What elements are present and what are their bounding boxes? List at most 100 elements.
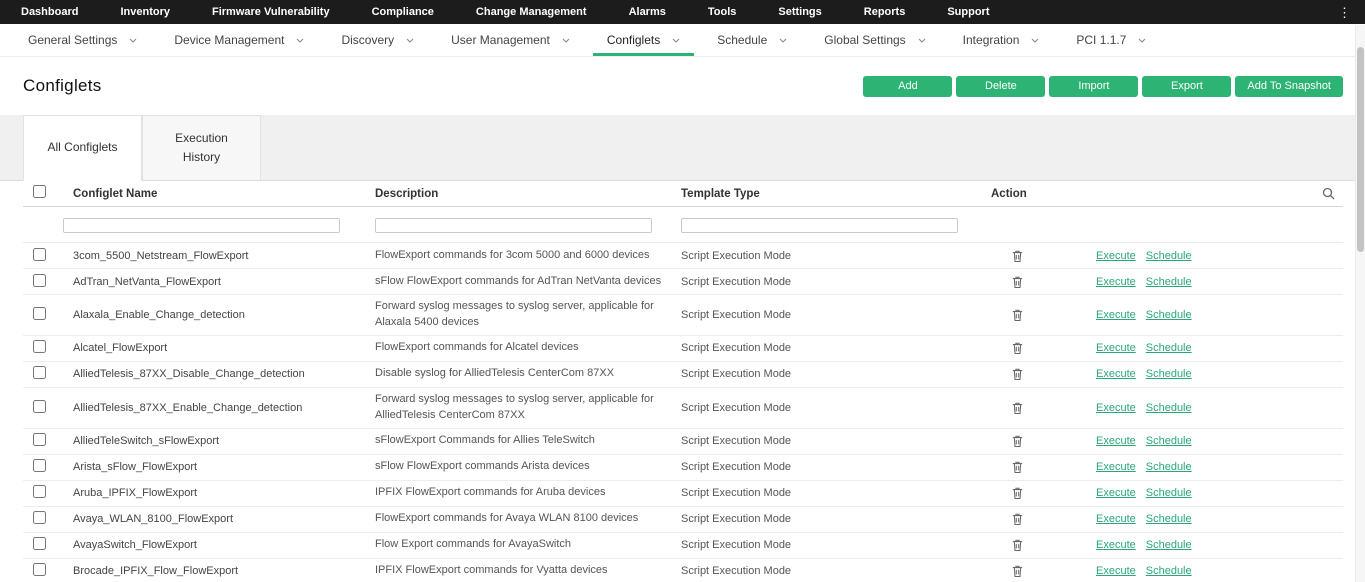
subnav-item[interactable]: Device Management: [160, 24, 318, 56]
execute-link[interactable]: Execute: [1096, 276, 1136, 288]
toolbar-button[interactable]: Add To Snapshot: [1235, 76, 1343, 97]
row-links: Execute Schedule: [1096, 368, 1192, 380]
row-checkbox-cell: [23, 459, 63, 475]
topnav-item[interactable]: Dashboard: [0, 0, 99, 24]
filter-template-type-input[interactable]: [681, 218, 958, 233]
row-checkbox[interactable]: [33, 511, 46, 524]
topnav-item[interactable]: Settings: [757, 0, 842, 24]
subnav-item[interactable]: Configlets: [593, 24, 694, 56]
tab[interactable]: Execution History: [142, 115, 261, 180]
schedule-link[interactable]: Schedule: [1146, 565, 1192, 577]
subnav-item[interactable]: General Settings: [14, 24, 151, 56]
vertical-scrollbar[interactable]: [1355, 25, 1365, 582]
delete-icon[interactable]: [1011, 460, 1024, 474]
delete-icon[interactable]: [1011, 486, 1024, 500]
delete-icon[interactable]: [1011, 512, 1024, 526]
schedule-link[interactable]: Schedule: [1146, 250, 1192, 262]
execute-link[interactable]: Execute: [1096, 565, 1136, 577]
delete-icon[interactable]: [1011, 341, 1024, 355]
toolbar-button[interactable]: Import: [1049, 76, 1138, 97]
delete-icon[interactable]: [1011, 564, 1024, 578]
schedule-link[interactable]: Schedule: [1146, 513, 1192, 525]
search-icon[interactable]: [1322, 187, 1335, 200]
row-checkbox[interactable]: [33, 459, 46, 472]
topnav-item[interactable]: Change Management: [455, 0, 608, 24]
configlet-name: AdTran_NetVanta_FlowExport: [63, 276, 375, 288]
delete-icon[interactable]: [1011, 538, 1024, 552]
execute-link[interactable]: Execute: [1096, 368, 1136, 380]
schedule-link[interactable]: Schedule: [1146, 487, 1192, 499]
table-row: Brocade_IPFIX_Flow_FlowExport IPFIX Flow…: [23, 559, 1343, 582]
delete-icon[interactable]: [1011, 401, 1024, 415]
execute-link[interactable]: Execute: [1096, 487, 1136, 499]
schedule-link[interactable]: Schedule: [1146, 368, 1192, 380]
template-type: Script Execution Mode: [681, 276, 991, 288]
schedule-link[interactable]: Schedule: [1146, 342, 1192, 354]
topnav-item[interactable]: Reports: [843, 0, 927, 24]
subnav-item[interactable]: Discovery: [327, 24, 428, 56]
row-checkbox[interactable]: [33, 400, 46, 413]
row-checkbox[interactable]: [33, 366, 46, 379]
row-checkbox[interactable]: [33, 340, 46, 353]
row-checkbox[interactable]: [33, 433, 46, 446]
topnav-item[interactable]: Firmware Vulnerability: [191, 0, 351, 24]
subnav-item[interactable]: Schedule: [703, 24, 801, 56]
column-header-template-type[interactable]: Template Type: [681, 188, 991, 200]
delete-icon[interactable]: [1011, 308, 1024, 322]
execute-link[interactable]: Execute: [1096, 402, 1136, 414]
schedule-link[interactable]: Schedule: [1146, 461, 1192, 473]
subnav-item-label: PCI 1.1.7: [1076, 33, 1126, 47]
column-header-description[interactable]: Description: [375, 188, 681, 200]
configlet-name: Alaxala_Enable_Change_detection: [63, 309, 375, 321]
filter-name-input[interactable]: [63, 218, 340, 233]
column-header-name[interactable]: Configlet Name: [63, 188, 375, 200]
row-checkbox-cell: [23, 248, 63, 264]
topnav-item[interactable]: Alarms: [608, 0, 687, 24]
execute-link[interactable]: Execute: [1096, 250, 1136, 262]
row-checkbox[interactable]: [33, 307, 46, 320]
row-checkbox[interactable]: [33, 485, 46, 498]
subnav-item[interactable]: Integration: [949, 24, 1054, 56]
row-checkbox[interactable]: [33, 248, 46, 261]
tab[interactable]: All Configlets: [23, 115, 142, 181]
row-checkbox[interactable]: [33, 537, 46, 550]
template-type: Script Execution Mode: [681, 435, 991, 447]
filter-description-input[interactable]: [375, 218, 652, 233]
subnav-item[interactable]: User Management: [437, 24, 584, 56]
delete-icon[interactable]: [1011, 275, 1024, 289]
execute-link[interactable]: Execute: [1096, 435, 1136, 447]
execute-link[interactable]: Execute: [1096, 461, 1136, 473]
configlet-name: Alcatel_FlowExport: [63, 342, 375, 354]
subnav-item-label: Device Management: [174, 33, 284, 47]
row-checkbox-cell: [23, 340, 63, 356]
execute-link[interactable]: Execute: [1096, 309, 1136, 321]
delete-icon[interactable]: [1011, 249, 1024, 263]
execute-link[interactable]: Execute: [1096, 513, 1136, 525]
topnav-item[interactable]: Support: [926, 0, 1010, 24]
subnav-item[interactable]: Global Settings: [810, 24, 939, 56]
row-checkbox[interactable]: [33, 274, 46, 287]
configlet-description: sFlowExport Commands for Allies TeleSwit…: [375, 433, 681, 449]
toolbar-button[interactable]: Add: [863, 76, 952, 97]
topnav-item[interactable]: Tools: [687, 0, 758, 24]
topnav-item[interactable]: Inventory: [99, 0, 191, 24]
topnav-item[interactable]: Compliance: [351, 0, 455, 24]
execute-link[interactable]: Execute: [1096, 342, 1136, 354]
overflow-menu-icon[interactable]: ⋮: [1338, 6, 1351, 19]
row-checkbox[interactable]: [33, 563, 46, 576]
schedule-link[interactable]: Schedule: [1146, 435, 1192, 447]
schedule-link[interactable]: Schedule: [1146, 539, 1192, 551]
select-all-checkbox[interactable]: [33, 185, 46, 198]
delete-icon[interactable]: [1011, 434, 1024, 448]
schedule-link[interactable]: Schedule: [1146, 276, 1192, 288]
subnav-item-label: Discovery: [341, 33, 394, 47]
schedule-link[interactable]: Schedule: [1146, 309, 1192, 321]
subnav-item[interactable]: PCI 1.1.7: [1062, 24, 1160, 56]
toolbar-button[interactable]: Delete: [956, 76, 1045, 97]
schedule-link[interactable]: Schedule: [1146, 402, 1192, 414]
execute-link[interactable]: Execute: [1096, 539, 1136, 551]
scrollbar-thumb[interactable]: [1357, 47, 1364, 252]
toolbar-button[interactable]: Export: [1142, 76, 1231, 97]
configlet-description: IPFIX FlowExport commands for Aruba devi…: [375, 485, 681, 501]
delete-icon[interactable]: [1011, 367, 1024, 381]
